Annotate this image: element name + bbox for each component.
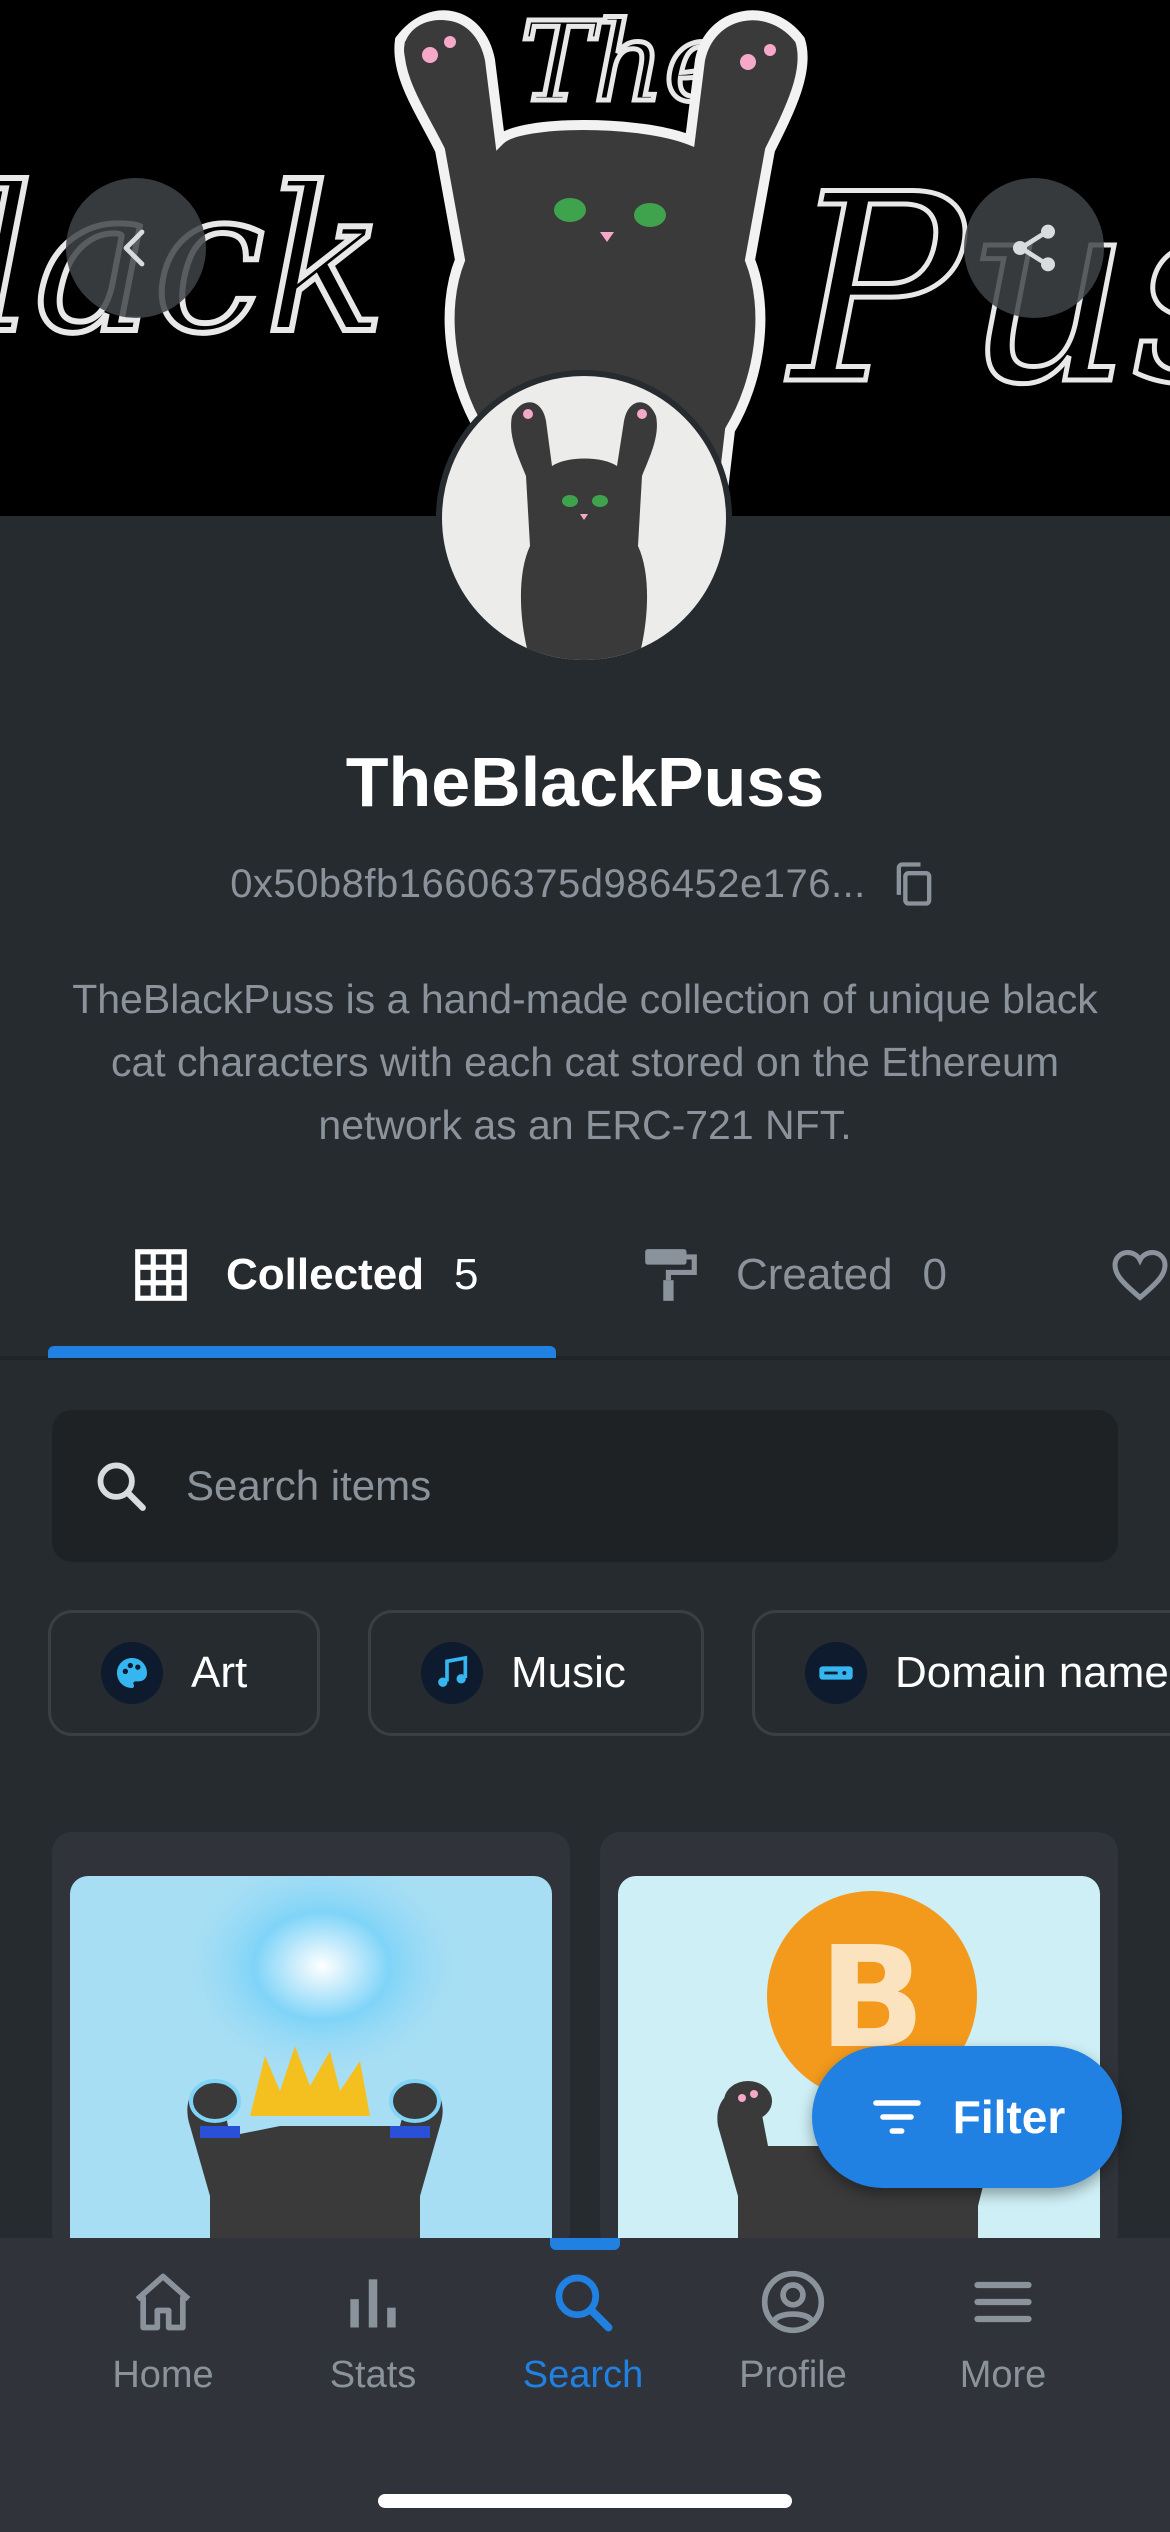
nav-item-label: Search: [522, 2354, 644, 2396]
home-indicator[interactable]: [378, 2494, 792, 2508]
art-palette-icon: [101, 1642, 163, 1704]
music-icon: [421, 1642, 483, 1704]
nav-item-home[interactable]: Home: [58, 2268, 268, 2397]
filter-button-label: Filter: [952, 2091, 1066, 2143]
nav-item-label: Profile: [739, 2354, 847, 2396]
filter-button[interactable]: Filter: [812, 2046, 1122, 2188]
chevron-left-icon: [123, 229, 145, 267]
active-tab-indicator: [48, 1346, 556, 1358]
home-icon: [135, 2273, 191, 2331]
copy-icon[interactable]: [888, 858, 940, 910]
wallet-address: 0x50b8fb16606375d986452e176...: [230, 861, 866, 906]
share-icon: [1013, 224, 1055, 272]
tab-collected[interactable]: Collected 5: [130, 1210, 479, 1340]
nav-item-stats[interactable]: Stats: [268, 2268, 478, 2397]
grid-icon: [135, 1249, 187, 1301]
search-icon: [555, 2274, 613, 2332]
tab-created-label: Created: [736, 1250, 893, 1299]
nft-card[interactable]: B: [600, 1832, 1118, 2252]
search-input[interactable]: [184, 1461, 1048, 1511]
search-box[interactable]: [52, 1410, 1118, 1562]
nft-image: [70, 1876, 552, 2252]
nav-item-profile[interactable]: Profile: [688, 2268, 898, 2397]
nft-cat-energy-ball-image: [172, 1876, 472, 2252]
tab-favorited[interactable]: [1110, 1210, 1170, 1340]
chip-domain-name[interactable]: Domain name: [752, 1610, 1170, 1736]
nav-item-search[interactable]: Search: [478, 2268, 688, 2397]
chip-art[interactable]: Art: [48, 1610, 320, 1736]
profile-name: TheBlackPuss: [345, 743, 825, 821]
chip-music[interactable]: Music: [368, 1610, 704, 1736]
tab-collected-label: Collected: [226, 1250, 425, 1299]
domain-icon: [805, 1642, 867, 1704]
nav-item-label: Home: [112, 2354, 214, 2396]
chip-domain-label: Domain name: [895, 1648, 1169, 1697]
tab-created[interactable]: Created 0: [640, 1210, 947, 1340]
profile-bio: TheBlackPuss is a hand-made collection o…: [72, 976, 1098, 1148]
share-button[interactable]: [964, 178, 1104, 318]
chip-art-label: Art: [191, 1648, 248, 1697]
heart-icon: [1112, 1249, 1168, 1301]
back-button[interactable]: [66, 178, 206, 318]
active-nav-indicator: [550, 2238, 620, 2250]
profile-icon: [761, 2270, 825, 2334]
stats-icon: [350, 2279, 396, 2328]
menu-icon: [974, 2281, 1032, 2323]
nav-item-label: Stats: [329, 2354, 417, 2396]
filter-icon: [872, 2100, 921, 2134]
profile-tabs: Collected 5 Created 0: [0, 1210, 1170, 1360]
search-icon: [97, 1462, 146, 1511]
nav-item-more[interactable]: More: [898, 2268, 1108, 2397]
nft-card[interactable]: [52, 1832, 570, 2252]
chip-music-label: Music: [511, 1648, 626, 1697]
avatar: [436, 370, 732, 666]
paint-roller-icon: [645, 1249, 697, 1301]
tab-collected-count: 5: [454, 1250, 479, 1299]
avatar-cat-image: [511, 402, 657, 660]
tab-created-count: 0: [922, 1250, 948, 1299]
nav-item-label: More: [959, 2354, 1047, 2396]
wallet-address-row[interactable]: 0x50b8fb16606375d986452e176...: [0, 858, 1170, 910]
